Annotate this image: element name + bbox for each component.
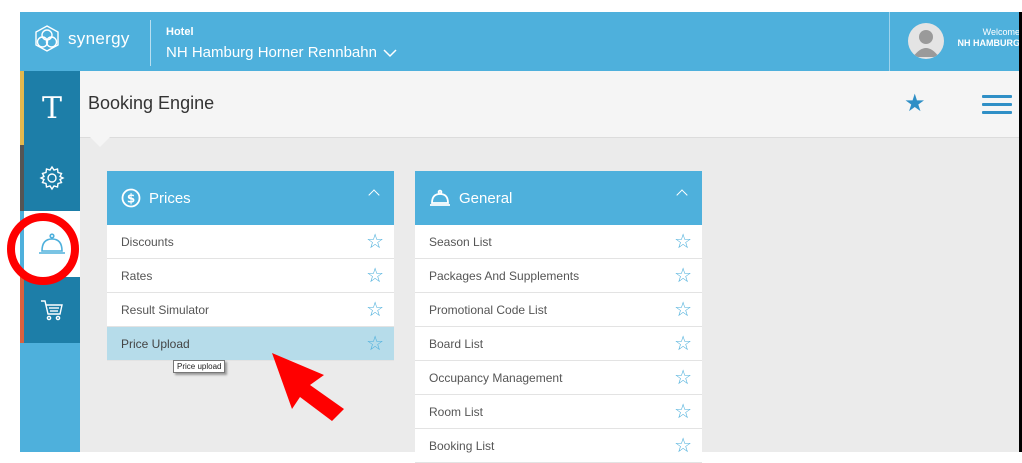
list-item-label: Result Simulator (121, 302, 210, 317)
list-item[interactable]: Booking List ☆ (415, 429, 702, 463)
panel-title: General (459, 189, 513, 207)
list-item-label: Board List (429, 336, 484, 351)
list-item-label: Season List (429, 234, 492, 249)
general-panel-header[interactable]: General (415, 171, 702, 225)
list-item[interactable]: Season List ☆ (415, 225, 702, 259)
star-icon[interactable]: ☆ (674, 436, 692, 456)
hotel-selector[interactable]: NH Hamburg Horner Rennbahn (166, 44, 397, 61)
star-icon[interactable]: ☆ (674, 266, 692, 286)
page-header (80, 71, 1022, 138)
hotel-name: NH Hamburg Horner Rennbahn (166, 44, 377, 61)
favorites-star-icon[interactable]: ★ (904, 92, 926, 116)
divider (150, 20, 151, 66)
star-icon[interactable]: ☆ (366, 232, 384, 252)
user-name: NH HAMBURG (957, 38, 1021, 48)
list-item-label: Discounts (121, 234, 174, 249)
sidebar-item-settings[interactable] (20, 145, 80, 211)
list-item[interactable]: Rates ☆ (107, 259, 394, 293)
list-item-label: Packages And Supplements (429, 268, 580, 283)
list-item-label: Price Upload (121, 336, 190, 351)
list-item[interactable]: Discounts ☆ (107, 225, 394, 259)
list-item[interactable]: Result Simulator ☆ (107, 293, 394, 327)
top-bar: synergy Hotel NH Hamburg Horner Rennbahn… (20, 12, 1022, 71)
logo-text: synergy (68, 29, 130, 48)
bell-icon (430, 189, 450, 206)
chevron-down-icon (383, 48, 397, 57)
user-menu[interactable]: Welcome NH HAMBURG (908, 23, 1022, 61)
star-icon[interactable]: ☆ (674, 402, 692, 422)
dollar-icon: $ (121, 188, 141, 208)
list-item[interactable]: Packages And Supplements ☆ (415, 259, 702, 293)
prices-panel-header[interactable]: $ Prices (107, 171, 394, 225)
list-item[interactable]: Board List ☆ (415, 327, 702, 361)
page-title: Booking Engine (88, 93, 215, 113)
hotel-label: Hotel (166, 26, 194, 38)
star-icon[interactable]: ☆ (366, 266, 384, 286)
prices-panel: $ Prices Discounts ☆ Rates ☆ Result Simula… (107, 171, 394, 361)
gear-icon (39, 165, 65, 191)
cart-icon (41, 300, 63, 321)
sidebar-item-t[interactable]: T (20, 71, 80, 145)
general-panel: General Season List ☆ Packages And Supple… (415, 171, 702, 463)
star-icon[interactable]: ☆ (674, 232, 692, 252)
header-notch (90, 137, 110, 147)
list-item[interactable]: Occupancy Management ☆ (415, 361, 702, 395)
tooltip: Price upload (173, 360, 226, 373)
hamburger-menu-icon[interactable] (982, 95, 1012, 114)
list-item[interactable]: Room List ☆ (415, 395, 702, 429)
chevron-up-icon[interactable] (368, 189, 380, 201)
user-icon (913, 30, 939, 57)
annotation-circle (7, 213, 79, 285)
divider (889, 12, 890, 71)
star-icon[interactable]: ☆ (366, 300, 384, 320)
star-icon[interactable]: ☆ (366, 334, 384, 354)
sidebar-item-shop[interactable] (20, 277, 80, 343)
list-item-label: Occupancy Management (429, 370, 563, 385)
svg-text:$: $ (127, 192, 135, 206)
star-icon[interactable]: ☆ (674, 300, 692, 320)
star-icon[interactable]: ☆ (674, 368, 692, 388)
panel-title: Prices (149, 189, 191, 207)
list-item-label: Booking List (429, 438, 495, 453)
list-item-label: Rates (121, 268, 153, 283)
welcome-label: Welcome (982, 27, 1020, 37)
list-item-label: Room List (429, 404, 484, 419)
welcome-text: Welcome NH HAMBURG (958, 27, 1021, 49)
star-icon[interactable]: ☆ (674, 334, 692, 354)
list-item[interactable]: Promotional Code List ☆ (415, 293, 702, 327)
t-letter-icon: T (41, 90, 62, 126)
avatar (908, 23, 944, 59)
chevron-up-icon[interactable] (676, 189, 688, 201)
logo[interactable]: synergy (32, 24, 130, 54)
synergy-logo-icon (35, 25, 59, 52)
annotation-arrow-icon (272, 353, 344, 421)
list-item-label: Promotional Code List (429, 302, 548, 317)
